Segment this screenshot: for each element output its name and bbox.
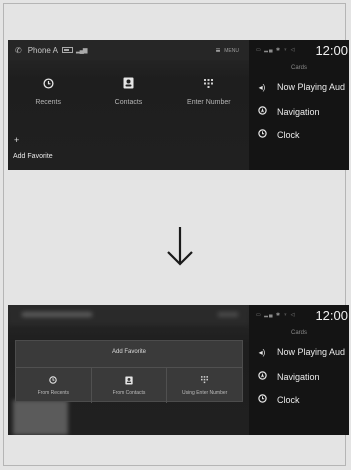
contact-icon — [123, 77, 134, 93]
phone-screen-after: Add Favorite From Recents From Contacts — [8, 305, 349, 435]
clock-display: 12:00 — [315, 43, 348, 58]
from-contacts-option[interactable]: From Contacts — [92, 368, 168, 403]
blurred-title — [22, 312, 92, 317]
clock-display: 12:00 — [315, 308, 348, 323]
card-clock-label: Clock — [277, 394, 300, 405]
contacts-tile[interactable]: Contacts — [88, 60, 168, 122]
phone-icon: ✆ — [15, 45, 22, 55]
card-clock[interactable]: Clock — [256, 129, 349, 140]
keypad-icon — [201, 375, 209, 386]
card-navigation[interactable]: Navigation — [256, 371, 349, 382]
cards-title: Cards — [290, 65, 307, 71]
phone-title: Phone A — [27, 45, 58, 55]
menu-icon: ≡ — [215, 46, 221, 55]
blurred-add-favorite — [13, 400, 68, 435]
from-contacts-label: From Contacts — [112, 389, 146, 396]
phone-header: ✆ Phone A ▂▄▆ ≡ MENU — [8, 40, 249, 60]
contact-icon — [125, 376, 133, 386]
cards-panel: ▭ ▂▄ ✱ ♆ ◁ 12:00 Cards ◂) Now Playing Au… — [249, 40, 349, 170]
recents-tile[interactable]: Recents — [8, 60, 88, 122]
card-navigation[interactable]: Navigation — [256, 106, 349, 117]
signal-icon: ▂▄▆ — [75, 47, 88, 54]
clock-icon — [49, 375, 58, 386]
enter-number-label: Enter Number — [187, 98, 231, 106]
phone-tiles: Recents Contacts Enter Number — [8, 60, 249, 122]
menu-button[interactable]: ≡ MENU — [216, 46, 239, 55]
navigation-icon — [256, 371, 268, 382]
contacts-label: Contacts — [114, 98, 143, 106]
speaker-icon: ◂) — [258, 347, 266, 357]
card-now-playing-label: Now Playing Aud — [277, 82, 346, 92]
dialog-options: From Recents From Contacts Using Enter N… — [16, 367, 242, 403]
battery-icon — [61, 47, 73, 53]
cards-title: Cards — [290, 330, 307, 336]
status-icons: ▭ ▂▄ ✱ ♆ ◁ — [256, 312, 296, 318]
from-recents-label: From Recents — [37, 389, 70, 396]
add-favorite-label: Add Favorite — [13, 153, 53, 160]
status-bar: ▭ ▂▄ ✱ ♆ ◁ 12:00 — [249, 40, 349, 60]
cards-panel: ▭ ▂▄ ✱ ♆ ◁ 12:00 Cards ◂) Now Playing Au… — [249, 305, 349, 435]
using-enter-number-option[interactable]: Using Enter Number — [167, 368, 242, 403]
card-now-playing[interactable]: ◂) Now Playing Aud — [256, 82, 349, 92]
phone-panel-dimmed: Add Favorite From Recents From Contacts — [8, 305, 249, 435]
clock-icon — [256, 129, 268, 140]
plus-icon: + — [14, 135, 20, 145]
menu-label: MENU — [224, 47, 239, 54]
clock-icon — [43, 77, 54, 93]
recents-label: Recents — [35, 98, 61, 106]
add-favorite-dialog: Add Favorite From Recents From Contacts — [15, 340, 243, 403]
speaker-icon: ◂) — [258, 82, 266, 92]
phone-screen-before: ✆ Phone A ▂▄▆ ≡ MENU Recents Contacts En… — [8, 40, 349, 170]
card-clock-label: Clock — [277, 129, 300, 140]
keypad-icon — [204, 77, 214, 93]
from-recents-option[interactable]: From Recents — [16, 368, 92, 403]
dialog-title: Add Favorite — [111, 349, 147, 355]
card-navigation-label: Navigation — [277, 106, 320, 117]
card-now-playing-label: Now Playing Aud — [277, 347, 346, 357]
blurred-menu — [218, 312, 238, 317]
card-now-playing[interactable]: ◂) Now Playing Aud — [256, 347, 349, 357]
status-icons: ▭ ▂▄ ✱ ♆ ◁ — [256, 47, 296, 53]
enter-number-tile[interactable]: Enter Number — [169, 60, 249, 122]
status-bar: ▭ ▂▄ ✱ ♆ ◁ 12:00 — [249, 305, 349, 325]
card-clock[interactable]: Clock — [256, 394, 349, 405]
down-arrow-icon — [167, 227, 193, 266]
navigation-icon — [256, 106, 268, 117]
phone-panel: ✆ Phone A ▂▄▆ ≡ MENU Recents Contacts En… — [8, 40, 249, 170]
add-favorite-button[interactable]: + Add Favorite — [13, 136, 53, 163]
card-navigation-label: Navigation — [277, 371, 320, 382]
clock-icon — [256, 394, 268, 405]
using-enter-number-label: Using Enter Number — [182, 389, 228, 396]
